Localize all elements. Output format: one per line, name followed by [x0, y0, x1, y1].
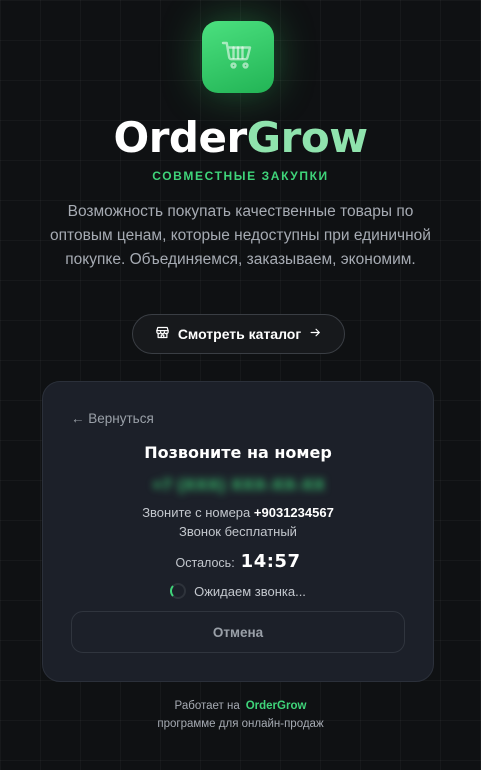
app-logo: [202, 21, 274, 93]
view-catalog-label: Смотреть каталог: [177, 326, 302, 342]
store-icon: [155, 325, 170, 343]
waiting-status: Ожидаем звонка...: [43, 583, 433, 599]
caller-number: +9031234567: [253, 505, 334, 520]
view-catalog-button[interactable]: Смотреть каталог: [132, 314, 345, 354]
countdown-timer: Осталось: 14:57: [43, 551, 433, 572]
brand-part1: Order: [113, 113, 247, 162]
call-verification-card: ← Вернуться Позвоните на номер +7 (XXX) …: [42, 381, 434, 682]
back-link[interactable]: ← Вернуться: [71, 411, 154, 426]
shopping-cart-icon: [220, 37, 256, 78]
brand-part2: Grow: [246, 113, 368, 162]
caller-prefix: Звоните с номера: [142, 505, 251, 520]
description: Возможность покупать качественные товары…: [50, 203, 431, 268]
call-title: Позвоните на номер: [144, 443, 332, 462]
tagline: СОВМЕСТНЫЕ ЗАКУПКИ: [152, 169, 329, 183]
timer-value: 14:57: [240, 551, 301, 572]
timer-label: Осталось:: [175, 556, 235, 570]
powered-by-line: Работает на OrderGrow: [0, 700, 481, 712]
powered-by-brand-link[interactable]: OrderGrow: [246, 700, 307, 712]
arrow-right-icon: [309, 326, 322, 342]
powered-by-prefix: Работает на: [174, 700, 240, 712]
loading-spinner-icon: [170, 583, 187, 599]
caller-number-line: Звоните с номера +9031234567: [43, 505, 433, 520]
waiting-text: Ожидаем звонка...: [194, 583, 306, 599]
cancel-button[interactable]: Отмена: [71, 611, 405, 653]
powered-by-suffix: программе для онлайн-продаж: [157, 718, 324, 730]
free-call-note: Звонок бесплатный: [179, 524, 297, 539]
call-phone-number: +7 (XXX) XXX-XX-XX: [152, 477, 326, 494]
brand-name: OrderGrow: [0, 113, 481, 163]
